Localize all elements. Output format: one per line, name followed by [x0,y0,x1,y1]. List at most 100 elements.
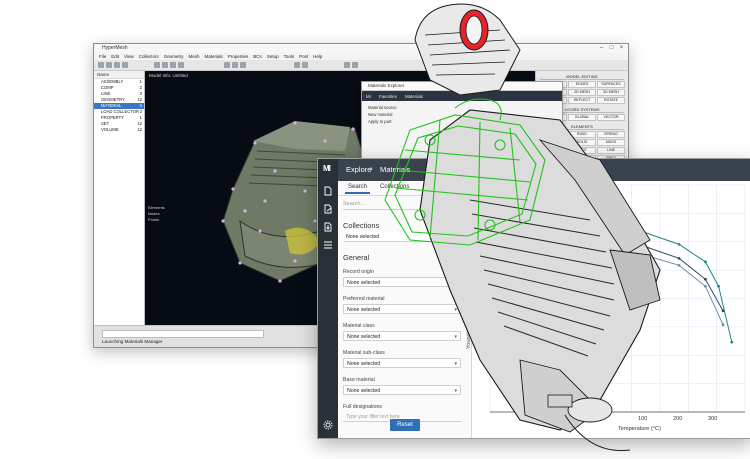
app-logo: MI [323,164,331,173]
x-tick-label: -200 [533,416,545,422]
model-browser: Name ASSEMBLY 1 COMP 2 LINE 3 GEOMETRY 12 MA… [94,71,145,325]
undo-icon[interactable] [114,62,120,68]
redo-icon[interactable] [122,62,128,68]
legend-nodes: Nodes [148,211,160,216]
menu-post[interactable]: Post [299,53,308,60]
menu-help[interactable]: Help [313,53,322,60]
cae-toolbar [94,60,628,71]
panel-button[interactable]: REFLECT [568,97,596,104]
menu-properties[interactable]: Properties [228,53,249,60]
chevron-down-icon: ▾ [454,388,457,394]
panel-button[interactable]: 3D MESH [597,89,625,96]
breadcrumb-explore[interactable]: Explore [346,165,371,174]
panel-button[interactable]: ROTATE [597,97,625,104]
save-icon[interactable] [106,62,112,68]
menu-bcs[interactable]: BCs [253,53,262,60]
dialog-tab-materials[interactable]: Materials [405,94,423,99]
nav-rail: MI [318,159,338,438]
view-side-icon[interactable] [232,62,238,68]
minimize-icon[interactable]: – [597,44,606,53]
mask-icon[interactable] [344,62,350,68]
panel-button[interactable]: SURFACES [597,81,625,88]
panel-button[interactable]: 2D MESH [568,89,596,96]
panel-button[interactable]: EDGES [568,81,596,88]
shading-icon[interactable] [294,62,300,68]
breadcrumb-materials[interactable]: Materials [380,165,410,174]
pan-icon[interactable] [170,62,176,68]
base-material-select[interactable]: None selected ▾ [343,385,461,395]
panel-button[interactable]: RIGID [568,131,596,138]
chevron-right-icon: › [370,164,373,173]
search-input[interactable]: Search... [343,199,463,210]
chevron-down-icon: ▾ [454,307,457,313]
close-icon[interactable]: × [617,44,626,53]
settings-gear-icon[interactable] [323,420,333,430]
command-line-input[interactable] [102,330,264,338]
zoom-icon[interactable] [178,62,184,68]
panel-button[interactable]: SOLID [568,139,596,146]
chevron-down-icon: ▾ [454,334,457,340]
material-dialog-tabs: MI Favorites Materials [362,91,562,101]
menu-view[interactable]: View [124,53,134,60]
menu-setup[interactable]: Setup [267,53,279,60]
chart-y-axis-label: Young's modulus (GPa) [466,290,472,349]
filter-tabs: Search Collections [338,181,471,196]
list-icon[interactable] [323,240,333,250]
measure-icon[interactable] [442,62,448,68]
view-front-icon[interactable] [224,62,230,68]
dialog-row: New material [368,112,393,117]
open-icon[interactable] [98,62,104,68]
filter-panel: Search Collections Search... Collections… [338,181,490,438]
menu-edit[interactable]: Edit [111,53,119,60]
general-title: General [343,253,370,262]
chevron-down-icon: ▾ [454,361,457,367]
panel-section-title: MODEL EDITING [540,74,624,80]
panel-button[interactable]: SPOT [568,147,596,154]
tab-collections[interactable]: Collections [380,184,409,190]
cae-menu-bar: File Edit View Collectors Geometry Mesh … [94,53,628,60]
document-icon[interactable] [323,186,333,196]
record-origin-label: Record origin [343,269,374,275]
panel-button[interactable]: LINE [597,147,625,154]
tab-search[interactable]: Search [344,184,371,194]
explorer-header: Explore › Materials [338,159,750,181]
model-browser-header: Name [94,71,144,79]
record-origin-select[interactable]: None selected ▾ [343,277,461,287]
chart-area [472,181,750,438]
dialog-row: Material source [368,105,397,110]
select-icon[interactable] [154,62,160,68]
cae-window-title: HyperMesh [102,45,128,51]
import-document-icon[interactable] [323,222,333,232]
view-top-icon[interactable] [240,62,246,68]
rotate-icon[interactable] [162,62,168,68]
unmask-icon[interactable] [352,62,358,68]
material-class-select[interactable]: None selected ▾ [343,331,461,341]
status-text: Launching Materials Manager [102,339,163,344]
x-tick-label: 100 [638,416,648,422]
menu-mesh[interactable]: Mesh [189,53,200,60]
legend-elements: Elements [148,205,165,210]
tree-item[interactable]: VOLUME 12 [94,127,144,133]
collections-select[interactable]: None selected [343,232,461,242]
menu-collectors[interactable]: Collectors [139,53,159,60]
material-subclass-label: Material sub-class [343,350,385,356]
panel-button[interactable]: VECTOR [597,114,625,121]
maximize-icon[interactable]: □ [607,44,616,53]
model-check-icon[interactable] [434,62,440,68]
menu-file[interactable]: File [99,53,106,60]
panel-button[interactable]: MASS [597,139,625,146]
panel-button[interactable]: GLOBAL [568,114,596,121]
preferred-material-select[interactable]: None selected ▾ [343,304,461,314]
wireframe-icon[interactable] [302,62,308,68]
collections-title: Collections [343,221,380,230]
x-tick-label: 200 [673,416,683,422]
material-subclass-select[interactable]: None selected ▾ [343,358,461,368]
materials-explorer-window: MI Explore › Materials Search Collection… [317,158,750,439]
menu-materials[interactable]: Materials [205,53,223,60]
edit-document-icon[interactable] [323,204,333,214]
dialog-tab-favorites[interactable]: Favorites [379,94,397,99]
panel-button[interactable]: SPRING [597,131,625,138]
menu-tools[interactable]: Tools [284,53,295,60]
reset-button[interactable]: Reset [390,419,420,431]
menu-geometry[interactable]: Geometry [164,53,184,60]
